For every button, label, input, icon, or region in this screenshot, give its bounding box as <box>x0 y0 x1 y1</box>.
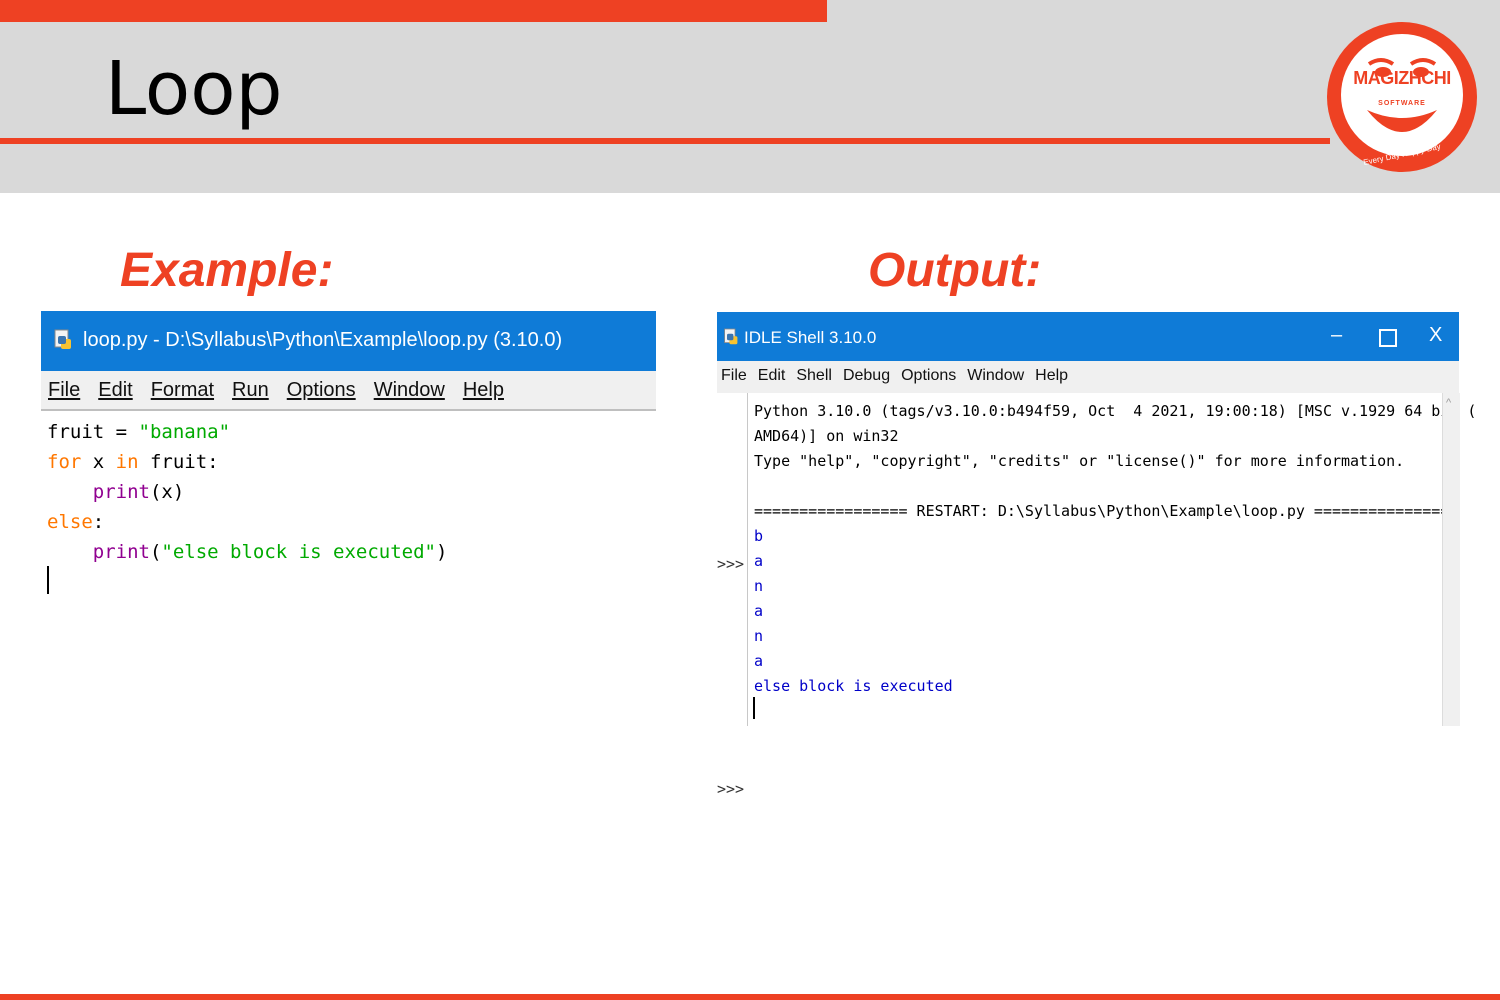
logo-face <box>1341 34 1463 156</box>
shell-menu-file[interactable]: File <box>721 367 747 385</box>
code-line: else: <box>47 511 105 533</box>
company-logo: MAGIZHCHI SOFTWARE Every Day Happy Day <box>1327 22 1477 172</box>
shell-menu-window[interactable]: Window <box>967 367 1024 385</box>
shell-text-cursor <box>753 697 755 719</box>
maximize-button[interactable] <box>1379 329 1397 347</box>
shell-menu-debug[interactable]: Debug <box>843 367 890 385</box>
shell-window: IDLE Shell 3.10.0 – X File Edit Shell Debug… <box>717 312 1476 798</box>
shell-line: ================= RESTART: D:\Syllabus\P… <box>754 502 1459 520</box>
shell-output-line: a <box>754 552 764 570</box>
editor-menu-help[interactable]: Help <box>463 379 504 402</box>
python-file-icon <box>54 329 71 349</box>
code-line: fruit = "banana" <box>47 421 231 443</box>
shell-menu-shell[interactable]: Shell <box>796 367 832 385</box>
shell-output-line: a <box>754 602 764 620</box>
editor-titlebar[interactable]: loop.py - D:\Syllabus\Python\Example\loo… <box>41 311 656 371</box>
header-underline <box>0 138 1330 144</box>
text-cursor <box>47 566 49 594</box>
editor-menu-file[interactable]: File <box>48 379 80 402</box>
example-heading: Example: <box>120 244 334 297</box>
editor-window: loop.py - D:\Syllabus\Python\Example\loo… <box>41 311 656 601</box>
code-editor[interactable]: fruit = "banana" for x in fruit: print(x… <box>47 417 447 567</box>
smile-face-icon <box>1367 58 1437 132</box>
shell-prompt: >>> <box>717 555 745 573</box>
shell-output-line: n <box>754 577 764 595</box>
slide-header: Loop <box>0 0 1500 193</box>
shell-line: AMD64)] on win32 <box>754 427 899 445</box>
editor-menu-format[interactable]: Format <box>151 379 214 402</box>
footer-line <box>0 994 1500 1000</box>
editor-menu-window[interactable]: Window <box>374 379 445 402</box>
editor-title: loop.py - D:\Syllabus\Python\Example\loo… <box>83 329 563 351</box>
shell-scrollbar[interactable]: ^ <box>1442 393 1460 726</box>
close-button[interactable]: X <box>1429 324 1442 347</box>
python-shell-icon <box>724 328 738 345</box>
top-accent-bar <box>0 0 827 22</box>
shell-line: Type "help", "copyright", "credits" or "… <box>754 452 1405 470</box>
slide-title: Loop <box>105 46 283 132</box>
logo-subtitle: SOFTWARE <box>1378 100 1426 107</box>
shell-prompt: >>> <box>717 780 745 798</box>
code-line: for x in fruit: <box>47 451 219 473</box>
shell-output-line: n <box>754 627 764 645</box>
shell-output-line: b <box>754 527 764 545</box>
shell-output-line: a <box>754 652 764 670</box>
editor-menu-options[interactable]: Options <box>287 379 356 402</box>
code-line: print(x) <box>92 481 185 503</box>
shell-output-line: else block is executed <box>754 677 953 695</box>
editor-menubar: File Edit Format Run Options Window Help <box>41 371 656 411</box>
minimize-button[interactable]: – <box>1331 324 1342 347</box>
logo-name: MAGIZHCHI <box>1353 68 1451 88</box>
editor-menu-run[interactable]: Run <box>232 379 269 402</box>
shell-menu-help[interactable]: Help <box>1035 367 1068 385</box>
shell-output-area[interactable]: Python 3.10.0 (tags/v3.10.0:b494f59, Oct… <box>747 393 1476 726</box>
editor-menu-edit[interactable]: Edit <box>98 379 132 402</box>
shell-menu-options[interactable]: Options <box>901 367 956 385</box>
scroll-up-icon[interactable]: ^ <box>1446 397 1451 409</box>
shell-line: Python 3.10.0 (tags/v3.10.0:b494f59, Oct… <box>754 402 1477 420</box>
shell-title: IDLE Shell 3.10.0 <box>744 328 877 347</box>
shell-titlebar[interactable]: IDLE Shell 3.10.0 – X <box>717 312 1459 361</box>
shell-menu-edit[interactable]: Edit <box>758 367 786 385</box>
shell-menubar: File Edit Shell Debug Options Window Help <box>717 361 1459 393</box>
shell-prompt-gutter: >>> >>> <box>717 393 747 798</box>
code-line: print("else block is executed") <box>92 541 448 563</box>
output-heading: Output: <box>868 244 1042 297</box>
